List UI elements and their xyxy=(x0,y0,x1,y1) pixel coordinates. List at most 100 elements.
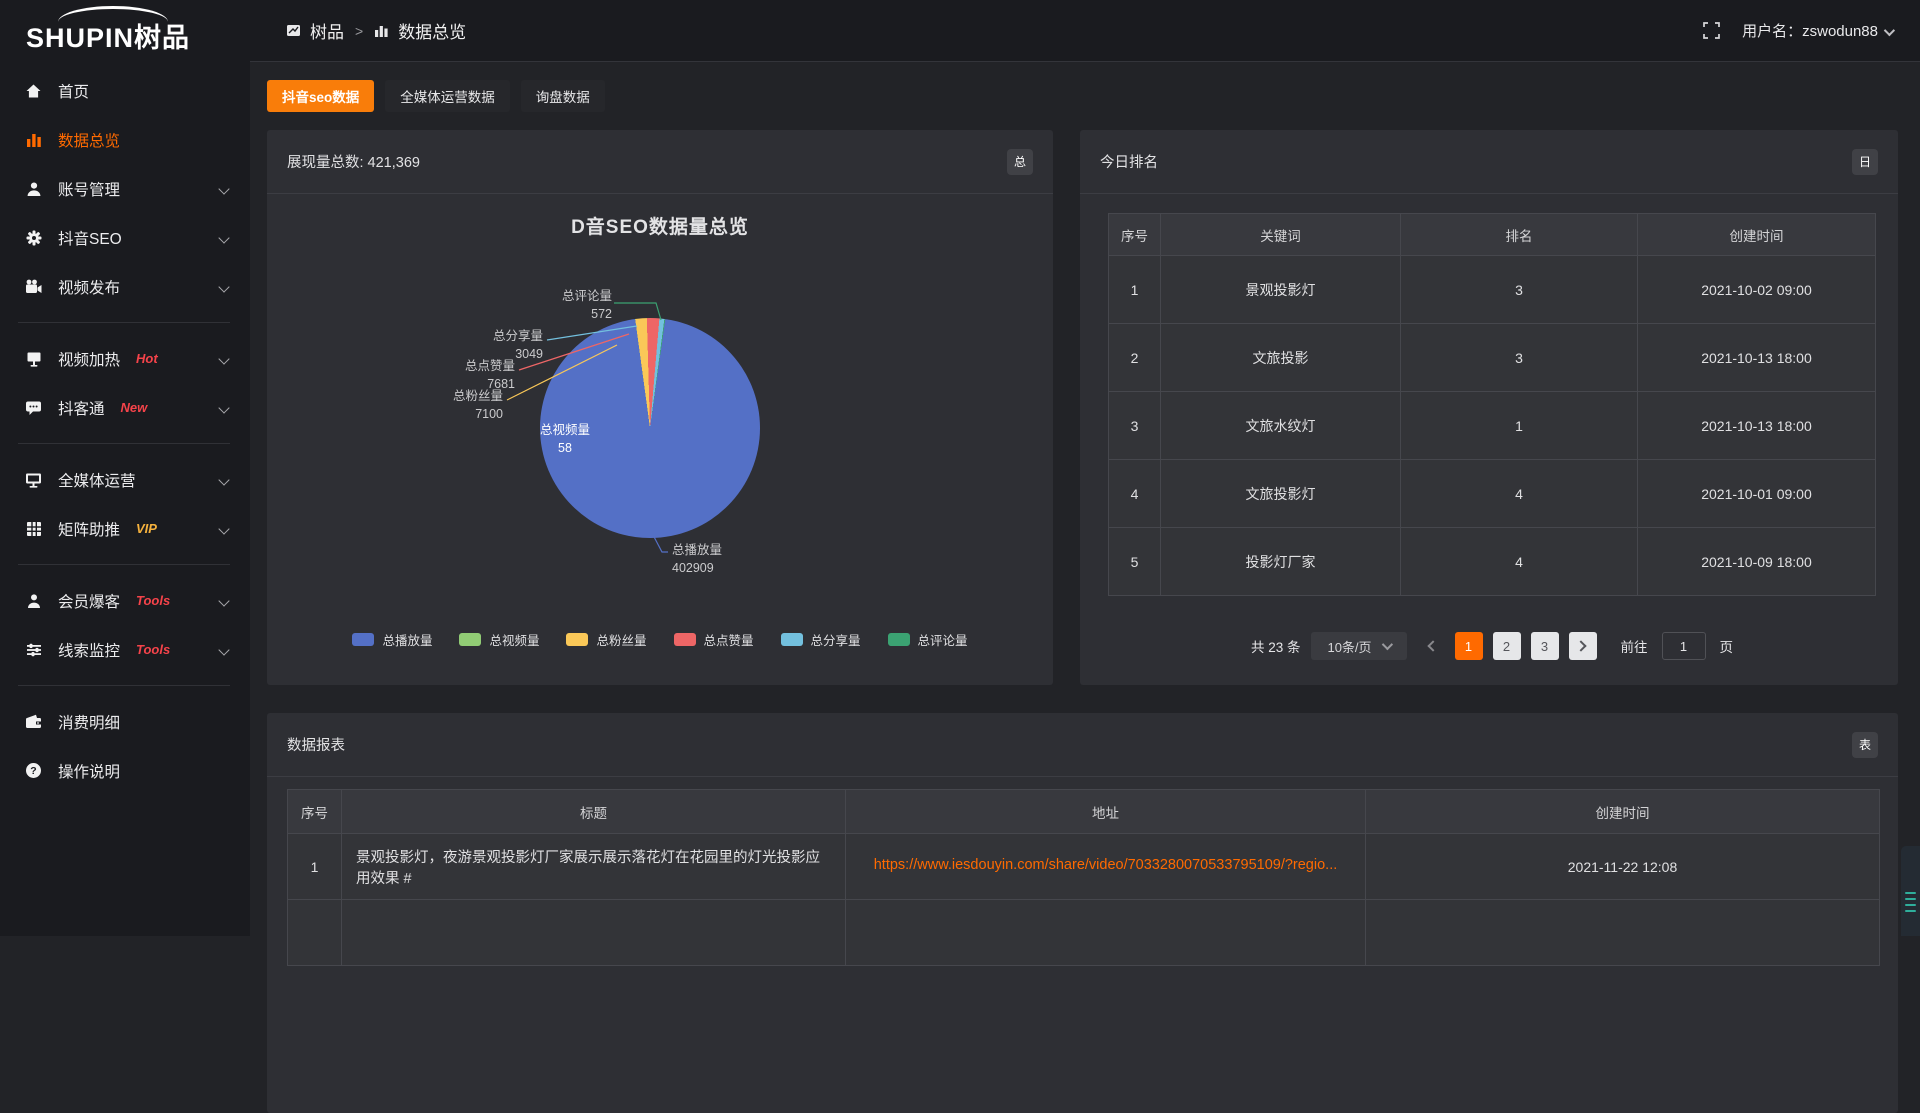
sidebar-item-instructions[interactable]: ? 操作说明 xyxy=(0,746,250,795)
video-link[interactable]: https://www.iesdouyin.com/share/video/70… xyxy=(874,857,1338,873)
chevron-down-icon xyxy=(218,281,229,292)
sidebar-item-doukotong[interactable]: 抖客通 New xyxy=(0,383,250,432)
svg-text:?: ? xyxy=(30,765,36,777)
new-badge: New xyxy=(121,400,148,415)
pie-label-videos: 总视频量58 xyxy=(529,422,601,457)
next-page-button[interactable] xyxy=(1569,632,1597,660)
legend-swatch xyxy=(566,633,588,646)
today-ranking-panel: 今日排名 日 序号 关键词 排名 创建时间 1景观投影灯32021-10-02 … xyxy=(1080,130,1898,685)
chevron-down-icon xyxy=(218,353,229,364)
data-report-panel: 数据报表 表 序号 标题 地址 创建时间 1 景观投影灯，夜游景观投影灯厂家展示… xyxy=(267,713,1898,1113)
sidebar-item-matrix-boost[interactable]: 矩阵助推 VIP xyxy=(0,504,250,553)
user-icon xyxy=(24,180,43,197)
question-icon: ? xyxy=(24,762,43,779)
tab-douyin-seo-data[interactable]: 抖音seo数据 xyxy=(267,80,374,112)
table-row: 1 景观投影灯，夜游景观投影灯厂家展示展示落花灯在花园里的灯光投影应用效果 # … xyxy=(288,834,1880,900)
table-toggle-button[interactable]: 表 xyxy=(1852,732,1878,758)
logo-arc-decoration xyxy=(58,6,168,22)
legend-item-fans[interactable]: 总粉丝量 xyxy=(566,630,646,649)
chevron-down-icon xyxy=(218,644,229,655)
page-button-3[interactable]: 3 xyxy=(1531,632,1559,660)
main-content: 抖音seo数据 全媒体运营数据 询盘数据 展现量总数: 421,369 总 D音… xyxy=(250,62,1920,1113)
chevron-down-icon xyxy=(1381,639,1392,650)
tools-badge: Tools xyxy=(136,593,170,608)
goto-page-input[interactable] xyxy=(1662,632,1706,660)
sidebar-divider xyxy=(18,443,230,444)
hot-badge: Hot xyxy=(136,351,158,366)
tab-inquiry-data[interactable]: 询盘数据 xyxy=(521,80,605,112)
data-tabs: 抖音seo数据 全媒体运营数据 询盘数据 xyxy=(267,80,1898,112)
sidebar-item-account[interactable]: 账号管理 xyxy=(0,164,250,213)
breadcrumb-root[interactable]: 树品 xyxy=(310,18,344,43)
video-title: 景观投影灯，夜游景观投影灯厂家展示展示落花灯在花园里的灯光投影应用效果 # xyxy=(342,834,846,900)
page-button-2[interactable]: 2 xyxy=(1493,632,1521,660)
sidebar-divider xyxy=(18,322,230,323)
pie-label-comments: 总评论量572 xyxy=(562,288,612,323)
legend-item-videos[interactable]: 总视频量 xyxy=(459,630,539,649)
report-panel-title: 数据报表 xyxy=(287,734,345,755)
table-row: 1景观投影灯32021-10-02 09:00 xyxy=(1109,256,1876,324)
pagination: 共 23 条 10条/页 1 2 3 前往 页 xyxy=(1108,632,1876,660)
page-size-select[interactable]: 10条/页 xyxy=(1311,632,1407,660)
total-toggle-button[interactable]: 总 xyxy=(1007,149,1033,175)
chevron-right-icon xyxy=(1575,640,1586,651)
legend-swatch xyxy=(888,633,910,646)
sidebar-item-home[interactable]: 首页 xyxy=(0,66,250,115)
username[interactable]: 用户名：zswodun88 xyxy=(1742,20,1892,41)
legend-item-plays[interactable]: 总播放量 xyxy=(352,630,432,649)
pie-legend: 总播放量 总视频量 总粉丝量 总点赞量 总分享量 总评论量 xyxy=(267,630,1053,649)
tab-omnimedia-data[interactable]: 全媒体运营数据 xyxy=(385,80,510,112)
chevron-left-icon xyxy=(1427,640,1438,651)
legend-swatch xyxy=(459,633,481,646)
report-table: 序号 标题 地址 创建时间 1 景观投影灯，夜游景观投影灯厂家展示展示落花灯在花… xyxy=(287,789,1880,966)
table-row: 2文旅投影32021-10-13 18:00 xyxy=(1109,324,1876,392)
legend-item-comments[interactable]: 总评论量 xyxy=(888,630,968,649)
home-icon xyxy=(24,82,43,99)
sidebar-item-video-publish[interactable]: 视频发布 xyxy=(0,262,250,311)
sidebar-item-member-burst[interactable]: 会员爆客 Tools xyxy=(0,576,250,625)
sidebar-divider xyxy=(18,564,230,565)
page-button-1[interactable]: 1 xyxy=(1455,632,1483,660)
legend-swatch xyxy=(352,633,374,646)
chevron-down-icon xyxy=(218,183,229,194)
ranking-table: 序号 关键词 排名 创建时间 1景观投影灯32021-10-02 09:00 2… xyxy=(1108,213,1876,596)
billboard-icon xyxy=(24,350,43,367)
gear-icon xyxy=(24,229,43,246)
sidebar-item-omnimedia[interactable]: 全媒体运营 xyxy=(0,455,250,504)
goto-label: 前往 xyxy=(1621,636,1648,656)
floating-service-widget[interactable] xyxy=(1901,846,1920,936)
sidebar-item-lead-monitor[interactable]: 线索监控 Tools xyxy=(0,625,250,674)
legend-swatch xyxy=(674,633,696,646)
vip-badge: VIP xyxy=(136,521,157,536)
day-toggle-button[interactable]: 日 xyxy=(1852,149,1878,175)
table-row xyxy=(288,900,1880,966)
table-header-row: 序号 关键词 排名 创建时间 xyxy=(1109,214,1876,256)
impressions-chart-panel: 展现量总数: 421,369 总 D音SEO数据量总览 总评论量572 总分享量… xyxy=(267,130,1053,685)
breadcrumb-current: 数据总览 xyxy=(398,18,466,43)
monitor-icon xyxy=(24,471,43,488)
sidebar-item-video-heat[interactable]: 视频加热 Hot xyxy=(0,334,250,383)
chevron-down-icon xyxy=(218,523,229,534)
chevron-down-icon xyxy=(1884,25,1895,36)
logo: SHUPIN树品 xyxy=(0,0,250,62)
table-row: 4文旅投影灯42021-10-01 09:00 xyxy=(1109,460,1876,528)
site-icon xyxy=(286,23,301,38)
sidebar-item-douyin-seo[interactable]: 抖音SEO xyxy=(0,213,250,262)
table-row: 5投影灯厂家42021-10-09 18:00 xyxy=(1109,528,1876,596)
ranking-panel-title: 今日排名 xyxy=(1100,151,1158,172)
legend-item-likes[interactable]: 总点赞量 xyxy=(674,630,754,649)
prev-page-button[interactable] xyxy=(1417,632,1445,660)
pie-label-plays: 总播放量402909 xyxy=(672,542,722,577)
sidebar-divider xyxy=(18,685,230,686)
pie-chart-title: D音SEO数据量总览 xyxy=(267,212,1053,239)
table-header-row: 序号 标题 地址 创建时间 xyxy=(288,790,1880,834)
sidebar-item-data-overview[interactable]: 数据总览 xyxy=(0,115,250,164)
video-camera-icon xyxy=(24,278,43,295)
breadcrumb: 树品 > 数据总览 xyxy=(286,18,466,43)
legend-item-shares[interactable]: 总分享量 xyxy=(781,630,861,649)
tools-badge: Tools xyxy=(136,642,170,657)
fullscreen-icon[interactable] xyxy=(1703,22,1720,39)
chevron-down-icon xyxy=(218,402,229,413)
pie-label-fans: 总粉丝量7100 xyxy=(453,388,503,423)
sidebar-item-spending-detail[interactable]: 消费明细 xyxy=(0,697,250,746)
